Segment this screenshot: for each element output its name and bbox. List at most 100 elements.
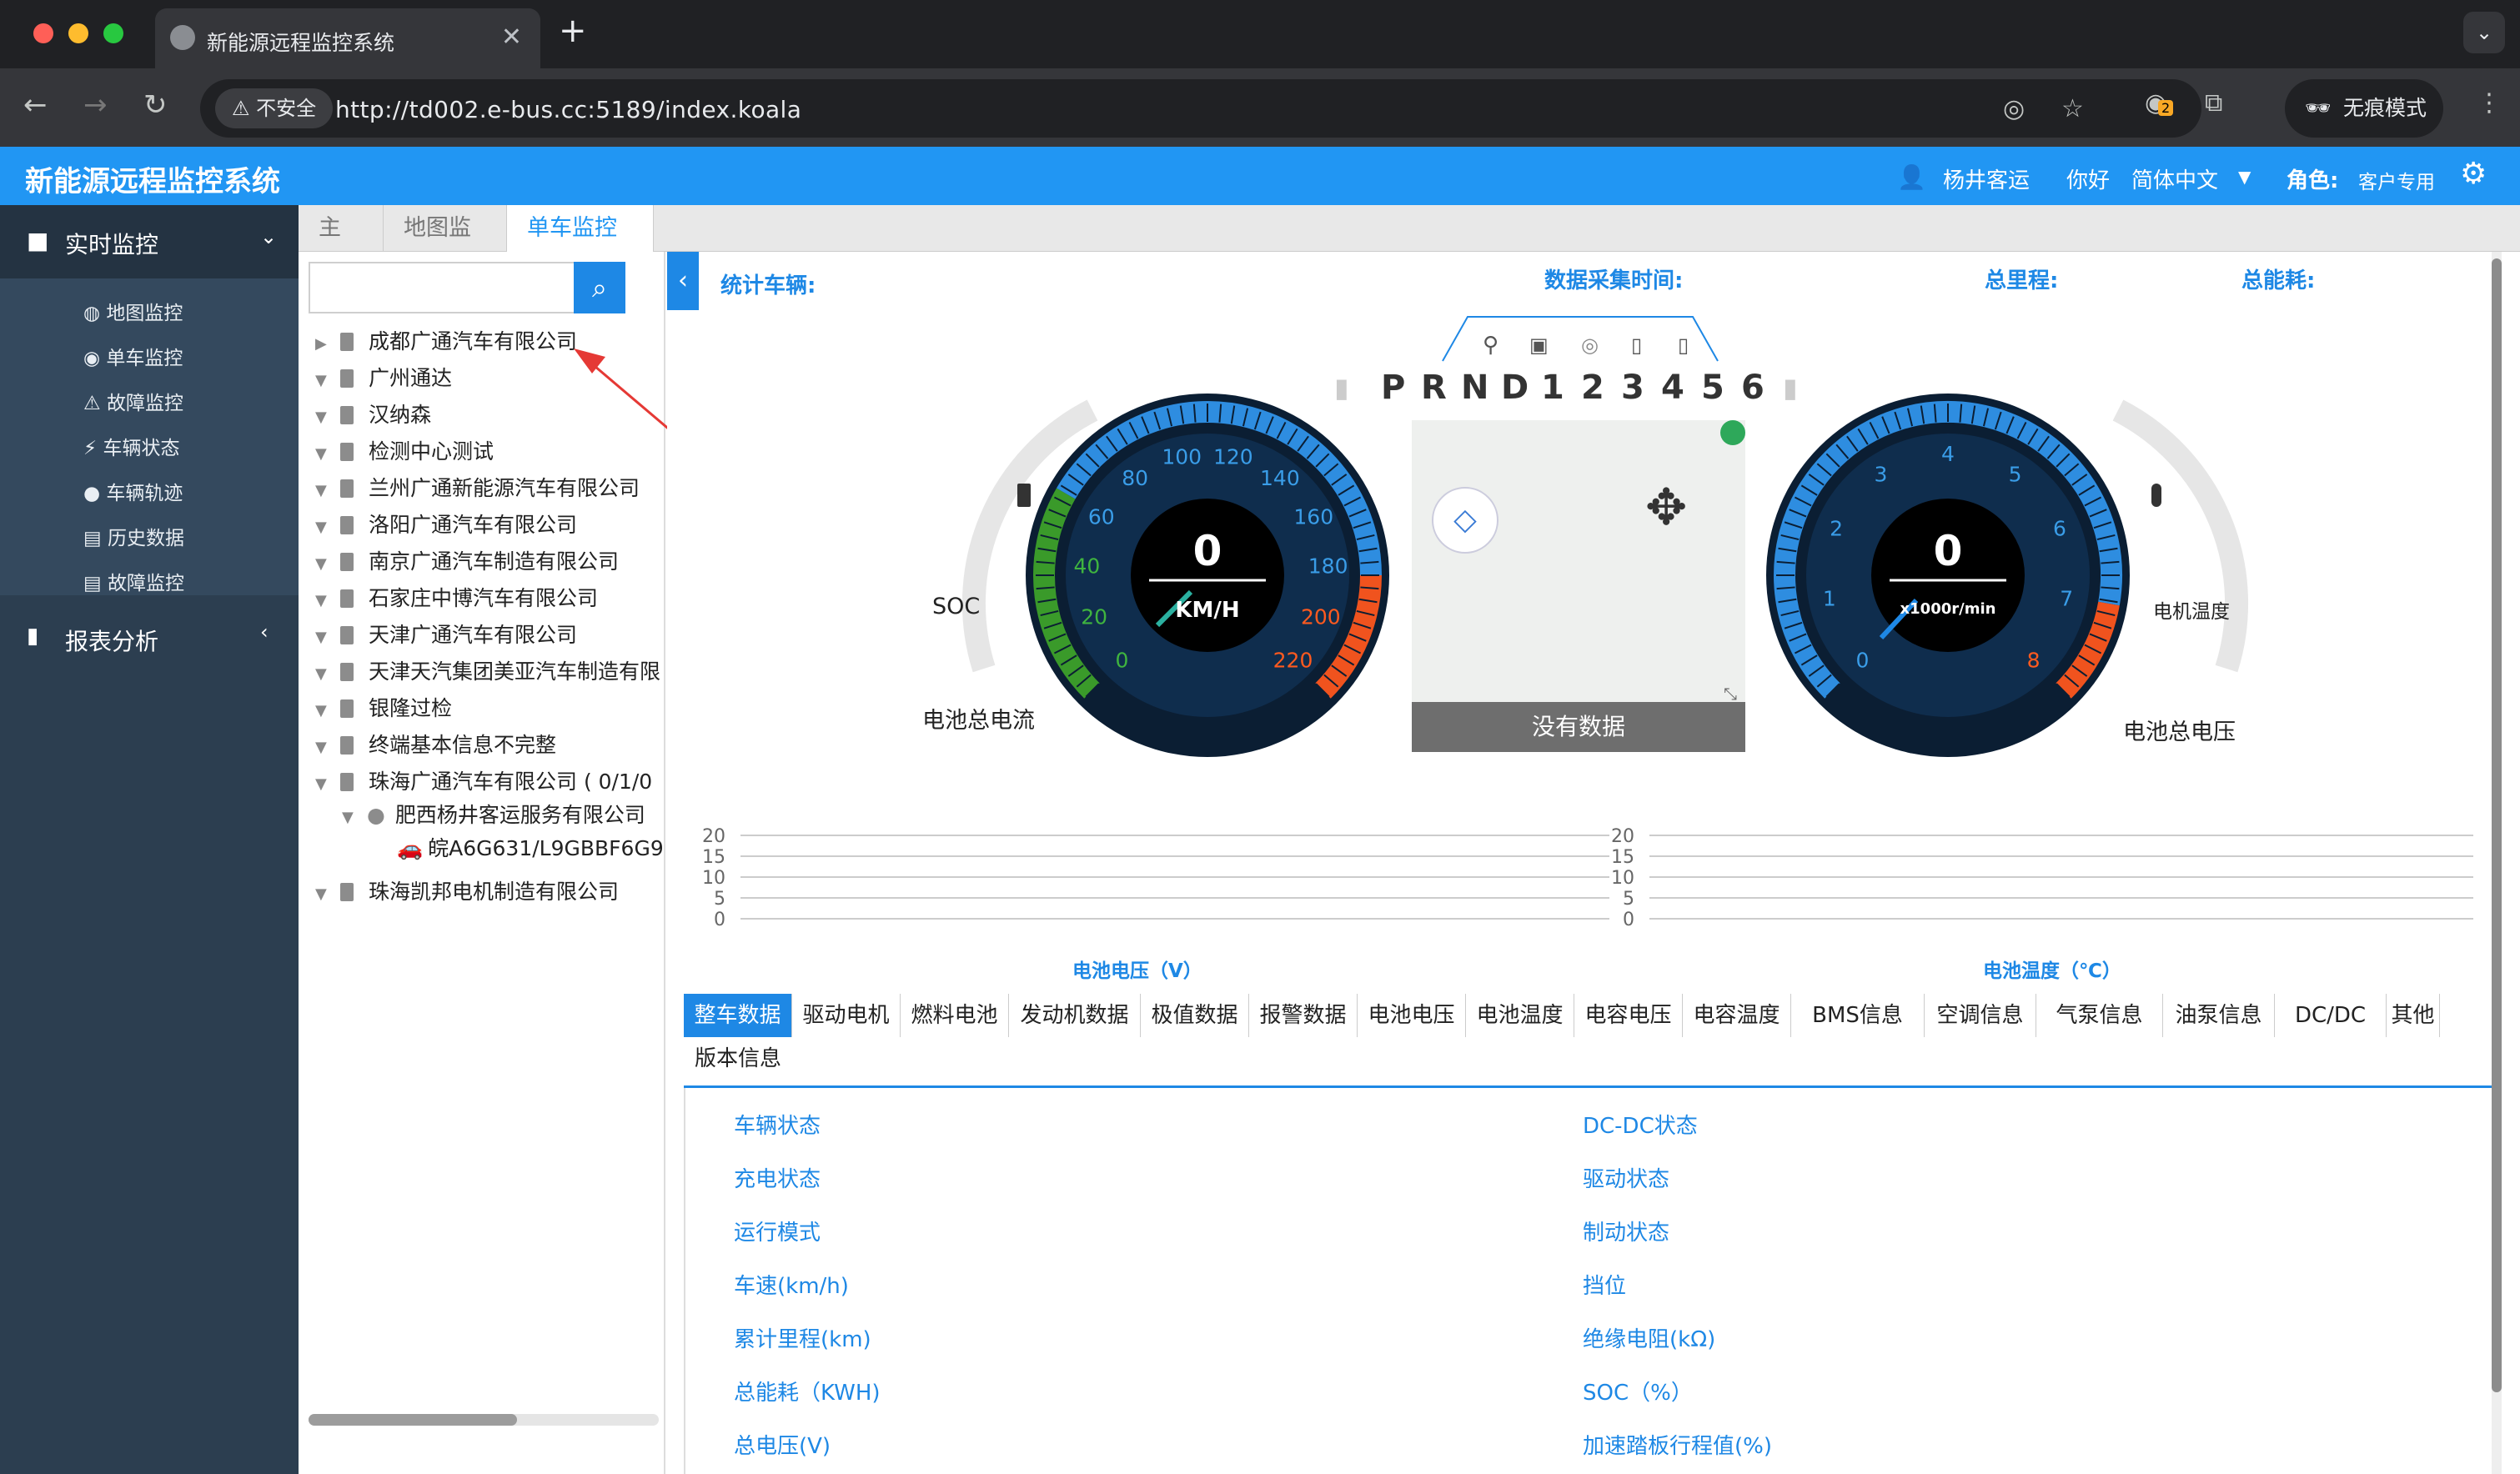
collapse-icon[interactable]: ▼ [315,702,340,719]
tree-node[interactable]: ▼ 南京广通汽车制造有限公司 [315,545,619,575]
sidebar-item-vehicle-track[interactable]: ● 车辆轨迹 [83,477,183,505]
tree-node[interactable]: ▶ 成都广通汽车有限公司 [315,325,577,355]
collapse-icon[interactable]: ▼ [315,482,340,499]
sidebar-item-label: 地图监控 [106,303,183,324]
tree-node[interactable]: ▼ 石家庄中博汽车有限公司 [315,582,598,612]
security-indicator[interactable]: ⚠ 不安全 [215,88,334,128]
tab-map-monitor[interactable]: 地图监控 [384,205,507,288]
eye-off-icon[interactable]: ◎ [2003,94,2025,123]
close-window-button[interactable] [33,23,53,43]
tab-vehicle-monitor[interactable]: 单车监控 [507,205,654,252]
tree-node[interactable]: ▼ 洛阳广通汽车有限公司 [315,509,577,539]
tab-capacitor-voltage[interactable]: 电容电压 [1574,994,1683,1037]
collapse-icon[interactable]: ▼ [315,555,340,573]
tab-version-info[interactable]: 版本信息 [684,1037,792,1080]
collapse-panel-button[interactable]: ‹ [667,252,699,310]
tab-vehicle-data[interactable]: 整车数据 [684,994,792,1037]
collapse-icon[interactable]: ▼ [315,592,340,609]
sidebar-item-fault-monitor[interactable]: ⚠ 故障监控 [83,387,183,415]
horizontal-scrollbar[interactable] [309,1414,659,1426]
pan-control[interactable]: ◇ [1432,487,1498,554]
vertical-scrollbar[interactable] [2492,252,2502,1474]
temp-chart-title: 电池温度（℃） [1983,960,2121,982]
tab-battery-voltage[interactable]: 电池电压 [1358,994,1466,1037]
tree-node-child[interactable]: ▼ ● 肥西杨井客运服务有限公司 [342,799,645,829]
search-button[interactable]: ⌕ [574,262,625,313]
user-name[interactable]: 杨井客运 [1943,163,2030,194]
tree-node[interactable]: ▼ 终端基本信息不完整 [315,729,556,759]
forward-icon[interactable]: → [83,88,108,122]
chevron-down-icon[interactable]: ▼ [2238,167,2251,187]
collapse-icon[interactable]: ▼ [315,445,340,463]
back-icon[interactable]: ← [23,88,48,122]
tab-home[interactable]: 主页 [299,205,384,288]
building-icon [340,773,354,791]
tab-drive-motor[interactable]: 驱动电机 [792,994,901,1037]
sidebar-group-reports[interactable]: ▮ 报表分析 ‹ [0,604,299,679]
sidebar-item-fault-monitor-2[interactable]: ▤ 故障监控 [83,567,184,595]
close-tab-icon[interactable]: ✕ [501,23,522,52]
resize-icon[interactable]: ⤡ [1724,684,1737,704]
tree-node[interactable]: ▼ 天津广通汽车有限公司 [315,619,577,649]
reload-icon[interactable]: ↻ [143,88,168,122]
address-bar[interactable]: ⚠ 不安全 http://td002.e-bus.cc:5189/index.k… [200,79,2201,138]
collapse-icon[interactable]: ▼ [315,519,340,536]
tab-battery-temp[interactable]: 电池温度 [1466,994,1574,1037]
sidebar-item-vehicle-status[interactable]: ⚡ 车辆状态 [83,432,179,460]
url-text[interactable]: http://td002.e-bus.cc:5189/index.koala [335,96,801,123]
tab-capacitor-temp[interactable]: 电容温度 [1683,994,1791,1037]
map-area[interactable]: ◇ ✥ ⤡ [1412,420,1745,704]
collapse-icon[interactable]: ▼ [315,739,340,756]
tab-ac-info[interactable]: 空调信息 [1925,994,2036,1037]
tab-fuel-cell[interactable]: 燃料电池 [901,994,1009,1037]
sidebar-group-realtime[interactable]: ■ 实时监控 ⌄ [0,205,299,280]
tab-alarm-data[interactable]: 报警数据 [1249,994,1358,1037]
move-arrows-icon[interactable]: ✥ [1645,479,1687,537]
tab-search-button[interactable]: ⌄ [2463,12,2505,53]
tab-engine-data[interactable]: 发动机数据 [1009,994,1141,1037]
tab-dcdc[interactable]: DC/DC [2275,994,2387,1037]
collapse-icon[interactable]: ▼ [315,409,340,426]
tab-oil-pump-info[interactable]: 油泵信息 [2163,994,2275,1037]
collapse-icon[interactable]: ▼ [342,809,367,826]
browser-tab[interactable]: 新能源远程监控系统 ✕ [155,8,540,68]
tab-bms-info[interactable]: BMS信息 [1791,994,1925,1037]
extensions-icon[interactable]: ⧉ [2205,88,2222,118]
star-icon[interactable]: ☆ [2061,94,2084,123]
tab-other[interactable]: 其他 [2387,994,2440,1037]
tree-node[interactable]: ▼ 广州通达 [315,362,452,392]
tree-node[interactable]: ▼ 珠海广通汽车有限公司 ( 0/1/0 [315,765,652,795]
sidebar-item-map-monitor[interactable]: ◍ 地图监控 [83,297,183,325]
expand-icon[interactable]: ▶ [315,335,340,353]
tree-node[interactable]: ▼ 珠海凯邦电机制造有限公司 [315,875,619,905]
more-menu-icon[interactable]: ⋮ [2477,88,2502,118]
language-select[interactable]: 简体中文 [2131,163,2218,194]
search-input[interactable] [309,262,574,313]
incognito-button[interactable]: 🕶 无痕模式 [2285,79,2443,138]
tree-node[interactable]: ▼ 天津天汽集团美亚汽车制造有限 [315,655,660,685]
sidebar-item-history[interactable]: ▤ 历史数据 [83,522,184,550]
vehicle-node[interactable]: 🚗 皖A6G631/L9GBBF6G9H [397,832,664,862]
extension-badge-icon[interactable]: ◉ 2 [2145,88,2174,118]
scrollbar-thumb[interactable] [2492,258,2502,1392]
collapse-icon[interactable]: ▼ [315,629,340,646]
gear-icon[interactable]: ⚙ [2460,157,2487,191]
minimize-window-button[interactable] [68,23,88,43]
tree-node[interactable]: ▼ 检测中心测试 [315,435,494,465]
chevron-left-icon: ‹ [678,266,688,295]
collapse-icon[interactable]: ▼ [315,885,340,903]
maximize-window-button[interactable] [103,23,123,43]
collapse-icon[interactable]: ▼ [315,775,340,793]
tree-node[interactable]: ▼ 银隆过检 [315,692,452,722]
collapse-icon[interactable]: ▼ [315,665,340,683]
tab-extreme-data[interactable]: 极值数据 [1141,994,1249,1037]
data-tabs: 整车数据 驱动电机 燃料电池 发动机数据 极值数据 报警数据 电池电压 电池温度… [684,994,2493,1084]
collapse-icon[interactable]: ▼ [315,372,340,389]
field-gear: 挡位 [1583,1274,1627,1299]
thermometer-icon [2151,484,2161,507]
new-tab-button[interactable]: + [559,12,587,50]
tab-air-pump-info[interactable]: 气泵信息 [2036,994,2163,1037]
sidebar-item-vehicle-monitor[interactable]: ◉ 单车监控 [83,342,183,370]
tree-node[interactable]: ▼ 汉纳森 [315,399,431,429]
scrollbar-thumb[interactable] [309,1414,517,1426]
